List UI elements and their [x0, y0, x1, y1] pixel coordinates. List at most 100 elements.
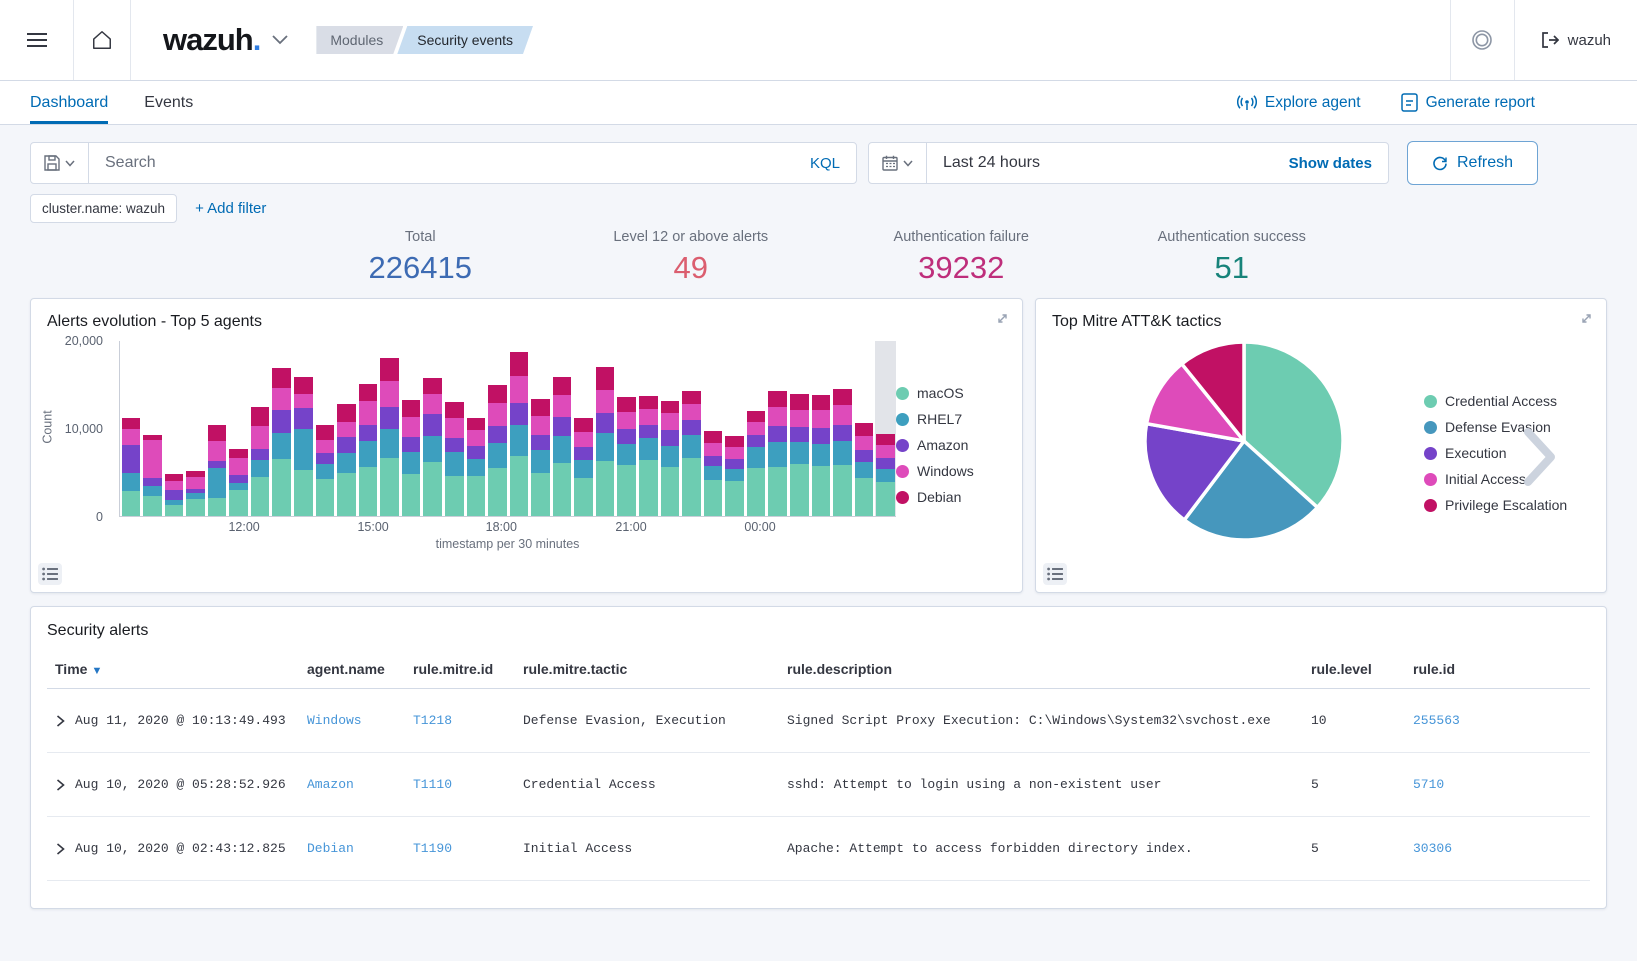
stacked-bar[interactable] [402, 400, 421, 516]
cell-rule-mitre-id[interactable]: T1110 [405, 753, 515, 817]
search-input[interactable] [89, 154, 794, 172]
stacked-bar[interactable] [553, 377, 572, 516]
legend-item[interactable]: Windows [896, 463, 1016, 479]
cell-agent-name[interactable]: Amazon [299, 753, 405, 817]
stacked-bar[interactable] [143, 435, 162, 516]
expand-panel-icon[interactable] [992, 308, 1013, 329]
stacked-bar[interactable] [617, 397, 636, 516]
bar-segment-Amazon [833, 425, 852, 442]
legend-item[interactable]: Initial Access [1424, 471, 1602, 487]
stacked-bar[interactable] [208, 425, 227, 516]
legend-item[interactable]: Debian [896, 489, 1016, 505]
stacked-bar[interactable] [768, 391, 787, 516]
add-filter-button[interactable]: + Add filter [195, 200, 266, 217]
user-menu[interactable]: wazuh [1514, 0, 1637, 80]
bar-segment-RHEL7 [812, 444, 831, 466]
legend-color-dot [896, 465, 909, 478]
cell-rule-id[interactable]: 5710 [1405, 753, 1590, 817]
stacked-bar[interactable] [747, 411, 766, 516]
bar-segment-Windows [574, 432, 593, 448]
column-header-rule-mitre-id[interactable]: rule.mitre.id [405, 652, 515, 689]
stacked-bar[interactable] [704, 431, 723, 516]
stacked-bar[interactable] [488, 385, 507, 516]
stacked-bar[interactable] [186, 471, 205, 516]
stacked-bar[interactable] [122, 418, 141, 516]
cell-agent-name[interactable]: Windows [299, 689, 405, 753]
bar-segment-Debian [531, 399, 550, 416]
legend-item[interactable]: Privilege Escalation [1424, 497, 1602, 513]
legend-item[interactable]: Credential Access [1424, 393, 1602, 409]
column-header-time[interactable]: Time▼ [47, 652, 299, 689]
legend-toggle-icon[interactable] [1043, 563, 1067, 585]
expand-row-icon[interactable] [55, 842, 66, 856]
legend-color-dot [1424, 395, 1437, 408]
chevron-down-icon[interactable] [272, 35, 288, 45]
time-range-value[interactable]: Last 24 hours [927, 154, 1273, 172]
tab-dashboard[interactable]: Dashboard [30, 81, 108, 124]
carousel-next-chevron[interactable] [1522, 426, 1558, 488]
stacked-bar[interactable] [876, 434, 895, 516]
generate-report-button[interactable]: Generate report [1401, 93, 1535, 112]
stacked-bar[interactable] [661, 401, 680, 516]
legend-item[interactable]: Defense Evasion [1424, 419, 1602, 435]
stacked-bar[interactable] [337, 404, 356, 516]
column-header-rule-level[interactable]: rule.level [1303, 652, 1405, 689]
legend-toggle-icon[interactable] [38, 563, 62, 585]
stacked-bar[interactable] [359, 384, 378, 516]
cell-rule-id[interactable]: 30306 [1405, 817, 1590, 881]
column-header-rule-id[interactable]: rule.id [1405, 652, 1590, 689]
menu-button[interactable] [0, 0, 74, 80]
home-button[interactable] [74, 0, 131, 80]
stacked-bar[interactable] [423, 378, 442, 516]
filter-pill-cluster-name[interactable]: cluster.name: wazuh [30, 194, 177, 223]
stacked-bar[interactable] [833, 389, 852, 516]
bar-segment-Windows [855, 436, 874, 450]
cell-agent-name[interactable]: Debian [299, 817, 405, 881]
breadcrumb-modules[interactable]: Modules [316, 26, 403, 54]
tab-events[interactable]: Events [144, 81, 193, 124]
stacked-bar[interactable] [316, 425, 335, 516]
stacked-bar[interactable] [855, 423, 874, 516]
cell-rule-id[interactable]: 255563 [1405, 689, 1590, 753]
stacked-bar[interactable] [229, 449, 248, 516]
wazuh-logo[interactable]: wazuh. [163, 22, 260, 58]
bar-slot [702, 341, 724, 516]
show-dates-button[interactable]: Show dates [1273, 155, 1388, 172]
legend-item[interactable]: macOS [896, 385, 1016, 401]
legend-item[interactable]: Execution [1424, 445, 1602, 461]
stacked-bar[interactable] [467, 418, 486, 516]
stacked-bar[interactable] [294, 377, 313, 516]
stacked-bar[interactable] [165, 474, 184, 516]
stacked-bar[interactable] [812, 395, 831, 516]
explore-agent-button[interactable]: Explore agent [1237, 94, 1361, 112]
legend-item[interactable]: Amazon [896, 437, 1016, 453]
cell-rule-mitre-id[interactable]: T1218 [405, 689, 515, 753]
stacked-bar[interactable] [596, 367, 615, 516]
column-header-rule-mitre-tactic[interactable]: rule.mitre.tactic [515, 652, 779, 689]
stacked-bar[interactable] [272, 368, 291, 516]
legend-item[interactable]: RHEL7 [896, 411, 1016, 427]
stacked-bar[interactable] [531, 399, 550, 516]
stacked-bar[interactable] [639, 396, 658, 516]
refresh-button[interactable]: Refresh [1407, 141, 1538, 185]
stacked-bar[interactable] [725, 436, 744, 516]
alert-row: Aug 11, 2020 @ 10:13:49.493WindowsT1218D… [47, 689, 1590, 753]
stacked-bar[interactable] [790, 394, 809, 516]
stacked-bar[interactable] [445, 402, 464, 516]
health-check-button[interactable] [1450, 0, 1514, 80]
column-header-rule-description[interactable]: rule.description [779, 652, 1303, 689]
cell-rule-mitre-id[interactable]: T1190 [405, 817, 515, 881]
expand-panel-icon[interactable] [1576, 308, 1597, 329]
calendar-button[interactable] [869, 143, 927, 183]
bar-segment-Debian [747, 411, 766, 422]
column-header-agent-name[interactable]: agent.name [299, 652, 405, 689]
stacked-bar[interactable] [510, 352, 529, 516]
saved-query-button[interactable] [31, 143, 89, 183]
expand-row-icon[interactable] [55, 778, 66, 792]
kql-selector[interactable]: KQL [794, 155, 856, 172]
expand-row-icon[interactable] [55, 714, 66, 728]
stacked-bar[interactable] [251, 407, 270, 516]
stacked-bar[interactable] [380, 358, 399, 516]
stacked-bar[interactable] [682, 391, 701, 516]
stacked-bar[interactable] [574, 418, 593, 516]
